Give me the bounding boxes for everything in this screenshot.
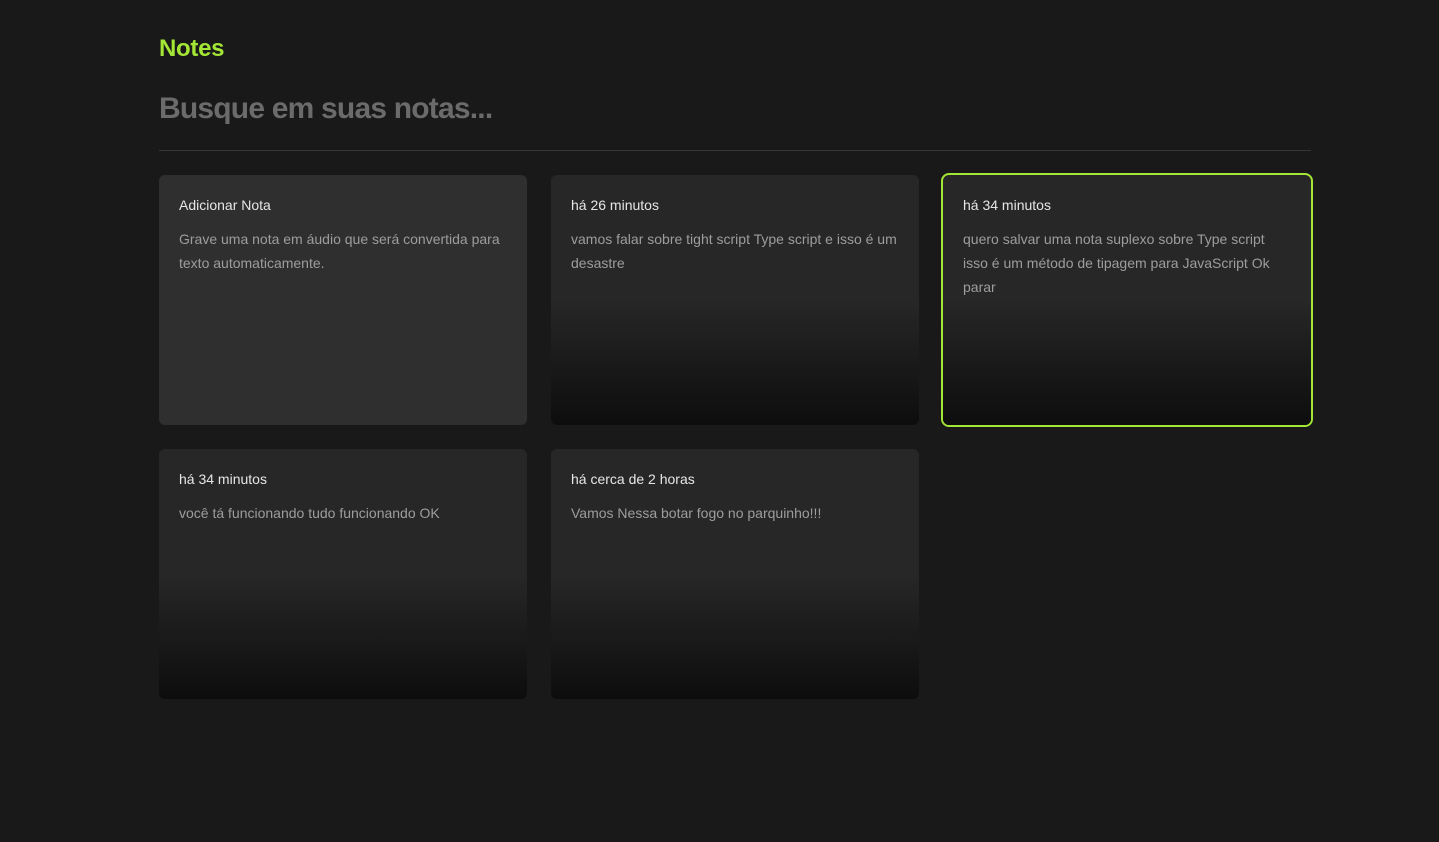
note-date: há 34 minutos bbox=[963, 197, 1051, 213]
note-card[interactable]: há cerca de 2 horas Vamos Nessa botar fo… bbox=[551, 449, 919, 699]
note-card[interactable]: há 26 minutos vamos falar sobre tight sc… bbox=[551, 175, 919, 425]
note-card-focused[interactable]: há 34 minutos quero salvar uma nota supl… bbox=[941, 173, 1313, 427]
add-note-title: Adicionar Nota bbox=[179, 197, 271, 213]
note-date: há 26 minutos bbox=[571, 197, 659, 213]
divider bbox=[159, 150, 1311, 151]
note-fade-overlay bbox=[159, 574, 527, 699]
note-content: você tá funcionando tudo funcionando OK bbox=[179, 505, 440, 521]
note-content: vamos falar sobre tight script Type scri… bbox=[571, 231, 897, 271]
note-content: Vamos Nessa botar fogo no parquinho!!! bbox=[571, 505, 822, 521]
add-note-description: Grave uma nota em áudio que será convert… bbox=[179, 231, 500, 271]
note-fade-overlay bbox=[551, 574, 919, 699]
note-fade-overlay bbox=[943, 300, 1311, 425]
note-date: há cerca de 2 horas bbox=[571, 471, 695, 487]
app-logo: Notes bbox=[159, 35, 225, 62]
search-input[interactable] bbox=[159, 86, 1311, 132]
note-date: há 34 minutos bbox=[179, 471, 267, 487]
note-content: quero salvar uma nota suplexo sobre Type… bbox=[963, 231, 1270, 295]
note-card[interactable]: há 34 minutos você tá funcionando tudo f… bbox=[159, 449, 527, 699]
note-fade-overlay bbox=[551, 300, 919, 425]
add-note-card[interactable]: Adicionar Nota Grave uma nota em áudio q… bbox=[159, 175, 527, 425]
notes-grid: Adicionar Nota Grave uma nota em áudio q… bbox=[159, 173, 1313, 699]
